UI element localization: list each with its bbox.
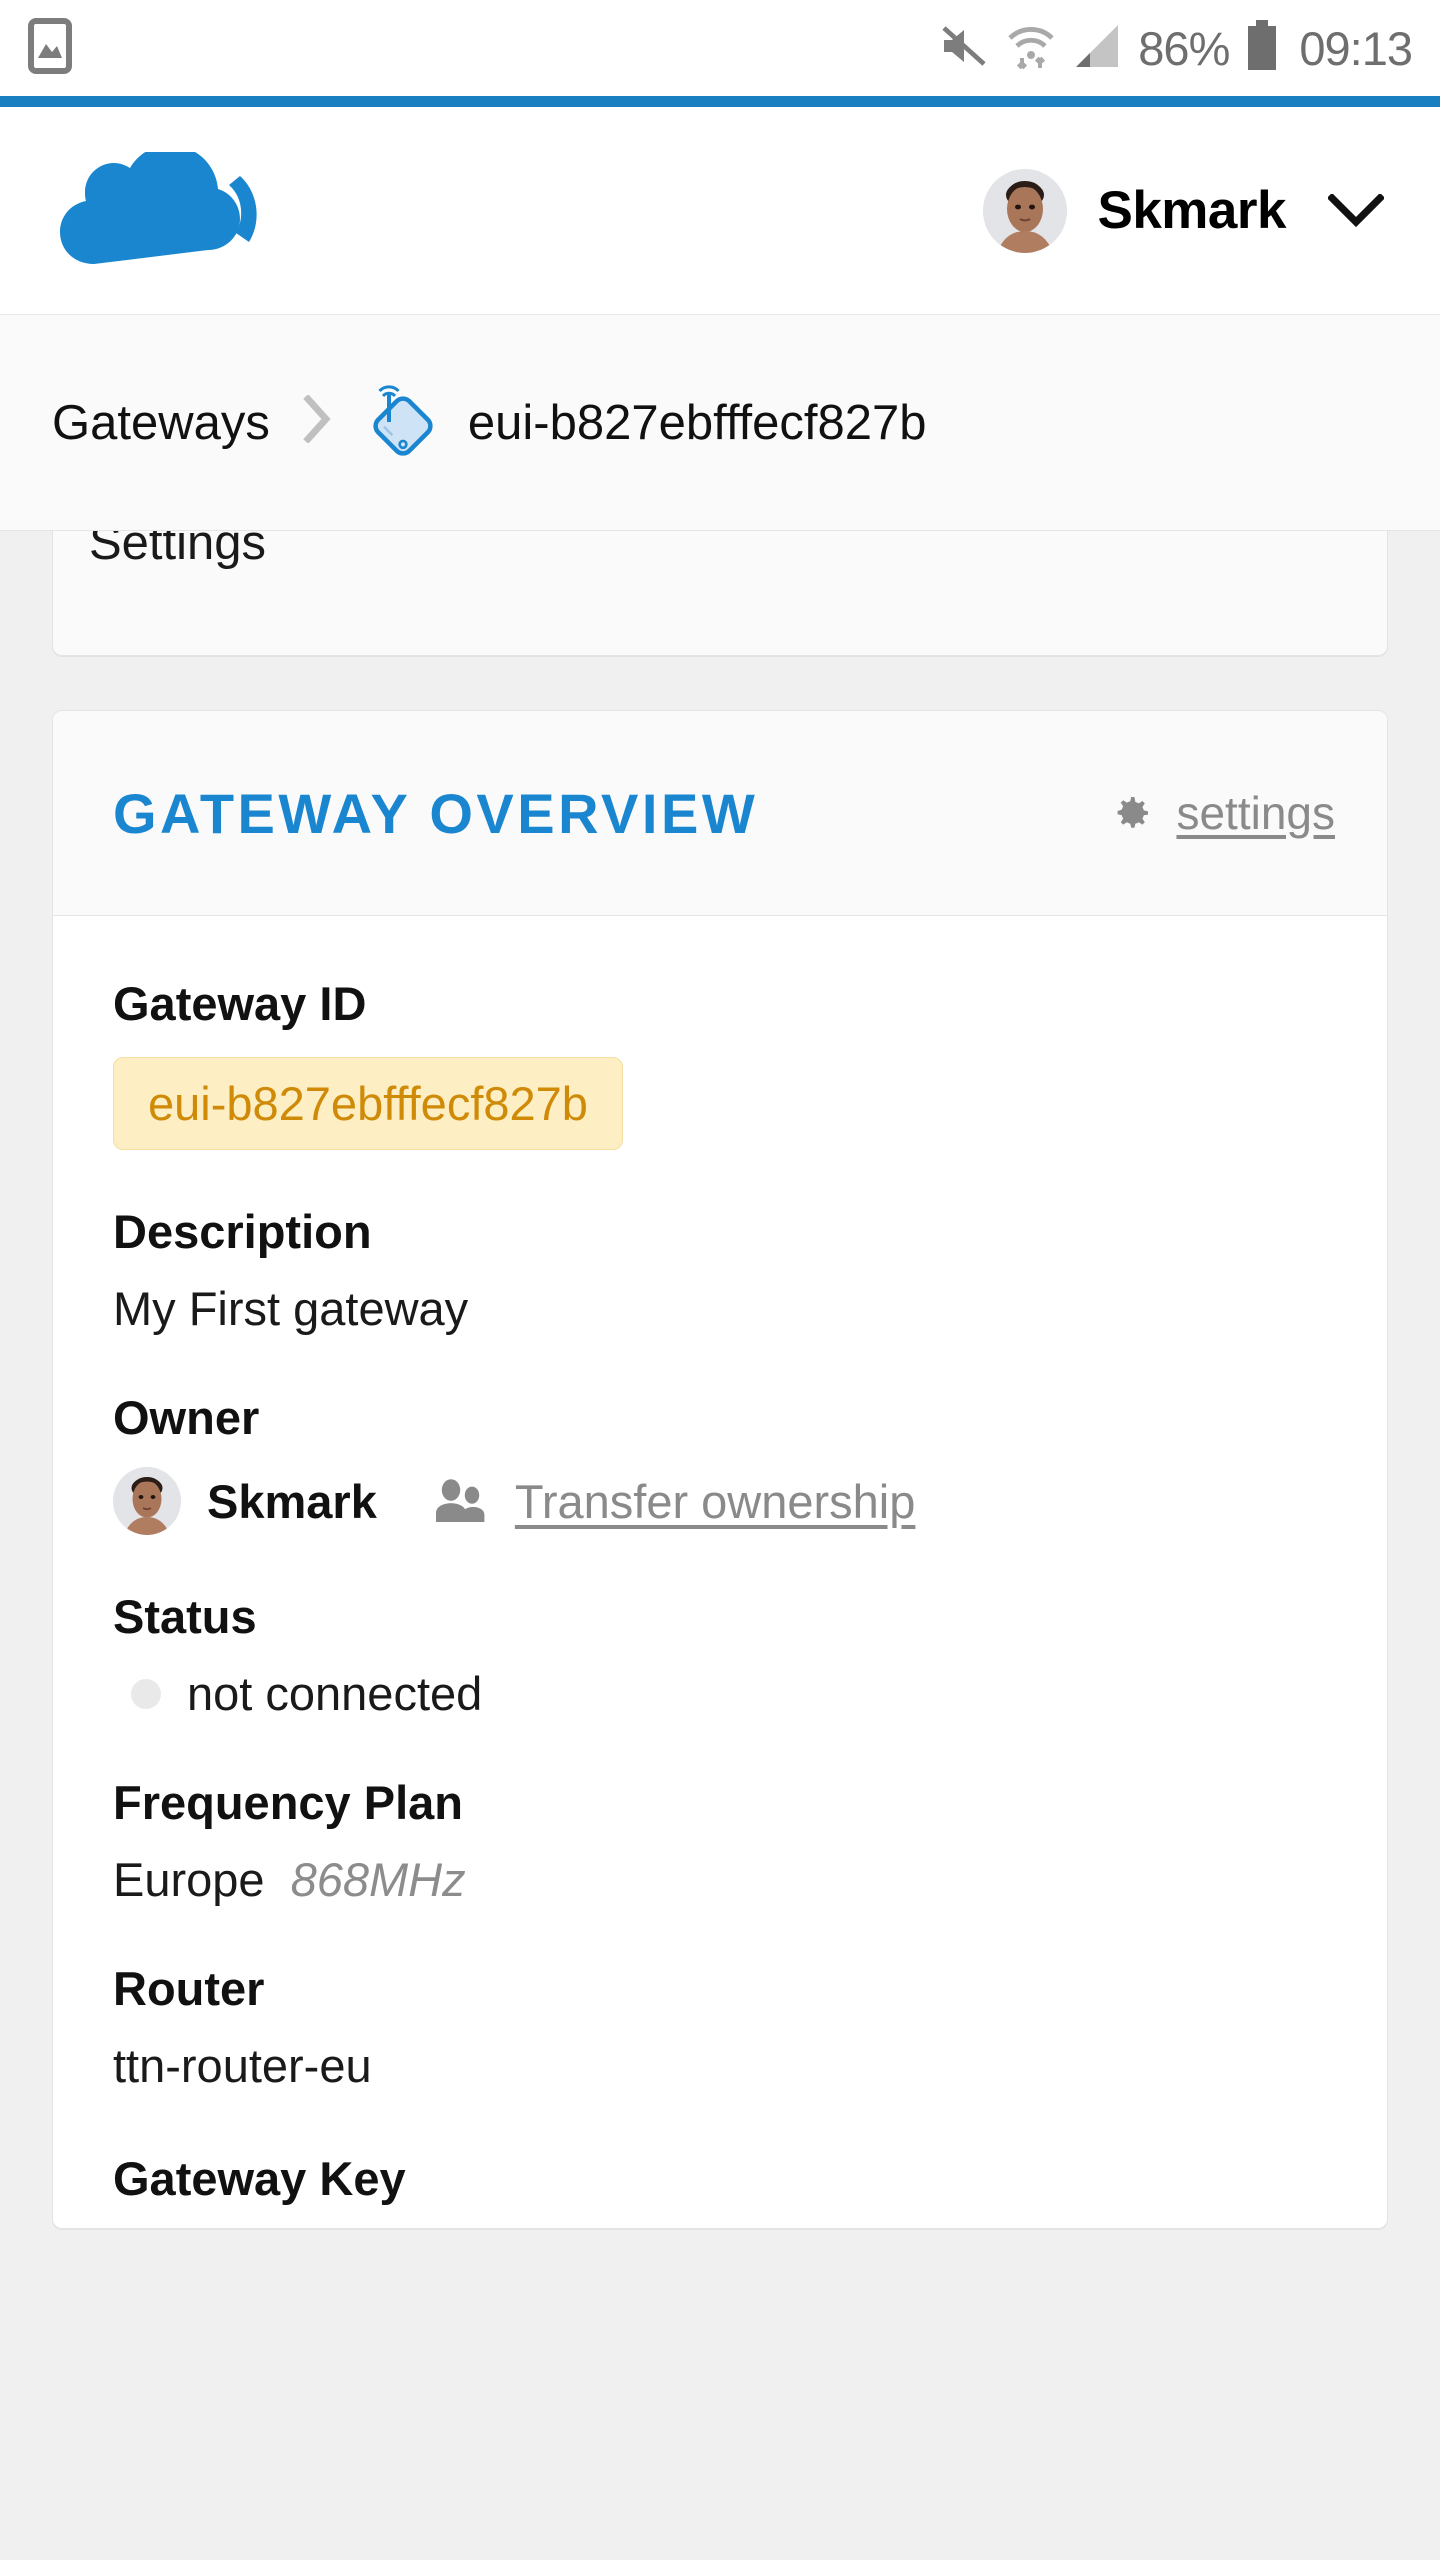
gateway-id-badge[interactable]: eui-b827ebfffecf827b [113,1057,623,1150]
gateway-overview-header: GATEWAY OVERVIEW settings [53,711,1387,916]
field-gateway-key: Gateway Key [113,2151,1327,2206]
settings-action[interactable]: settings [1106,786,1343,840]
gateway-key-label: Gateway Key [113,2152,406,2205]
breadcrumb-current: eui-b827ebfffecf827b [467,395,927,450]
android-status-bar: 86% 09:13 [0,0,1440,96]
gateway-icon [364,384,442,462]
cell-signal-icon [1072,21,1122,76]
field-gateway-id: Gateway ID eui-b827ebfffecf827b [113,976,1327,1150]
transfer-ownership-link[interactable]: Transfer ownership [515,1474,916,1529]
field-router: Router ttn-router-eu [113,1961,1327,2093]
field-owner: Owner Skmark Transfer ownership [113,1390,1327,1535]
frequency-region: Europe [113,1853,265,1906]
frequency-band: 868MHz [290,1853,466,1906]
status-badge: not connected [113,1666,1327,1721]
avatar [983,168,1068,253]
accent-rule [0,96,1440,107]
mute-icon [938,20,990,77]
status-dot-icon [131,1678,161,1709]
wifi-icon [1006,20,1056,77]
status-bar-left [28,17,72,79]
cloud-wifi-logo[interactable] [52,151,342,271]
breadcrumb: Gateways eui-b827ebfffecf827b [0,315,1440,531]
status-value: not connected [187,1667,483,1720]
users-icon [433,1477,489,1525]
field-status: Status not connected [113,1589,1327,1721]
frequency-plan-label: Frequency Plan [113,1776,463,1829]
description-label: Description [113,1205,372,1258]
frequency-plan-value: Europe 868MHz [113,1852,1327,1907]
username-label: Skmark [1097,181,1286,240]
gateway-id-label: Gateway ID [113,977,367,1030]
router-value: ttn-router-eu [113,2039,372,2092]
gateway-overview-card: GATEWAY OVERVIEW settings Gateway ID eui… [52,710,1388,2229]
status-bar-clock: 09:13 [1299,21,1413,75]
field-description: Description My First gateway [113,1204,1327,1336]
photo-gallery-icon [28,17,72,79]
page-title: GATEWAY OVERVIEW [113,781,759,845]
battery-percent: 86% [1138,21,1230,75]
gear-icon[interactable] [1106,789,1154,837]
app-header: Skmark [0,107,1440,315]
settings-tab-card[interactable]: Settings [52,531,1388,656]
status-label: Status [113,1590,257,1643]
owner-row: Skmark Transfer ownership [113,1467,1327,1535]
owner-label: Owner [113,1391,260,1444]
field-frequency-plan: Frequency Plan Europe 868MHz [113,1775,1327,1907]
breadcrumb-gateways-link[interactable]: Gateways [52,395,270,451]
description-value: My First gateway [113,1282,469,1335]
status-bar-right: 86% 09:13 [938,19,1413,77]
user-menu[interactable]: Skmark [983,168,1396,253]
owner-name: Skmark [207,1474,377,1528]
owner-avatar [113,1467,181,1535]
tab-settings[interactable]: Settings [89,531,266,571]
battery-icon [1245,19,1279,77]
chevron-down-icon[interactable] [1316,193,1396,228]
gateway-overview-body: Gateway ID eui-b827ebfffecf827b Descript… [53,916,1387,2206]
chevron-right-icon [302,394,332,450]
page-content: Settings GATEWAY OVERVIEW settings Gatew… [0,531,1440,2229]
router-label: Router [113,1962,265,2015]
settings-link[interactable]: settings [1176,786,1335,840]
